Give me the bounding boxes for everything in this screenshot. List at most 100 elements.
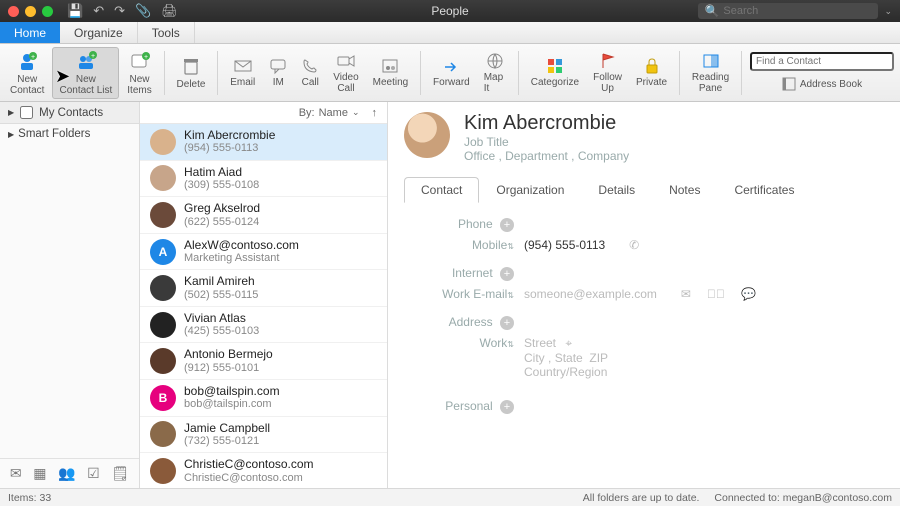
contact-row[interactable]: Greg Akselrod(622) 555-0124 [140,197,387,234]
contact-row[interactable]: Kamil Amireh(502) 555-0115 [140,270,387,307]
contact-row[interactable]: ChristieC@contoso.comChristieC@contoso.c… [140,453,387,488]
people-module-icon[interactable]: 👥 [58,465,75,482]
addr-zip[interactable]: ZIP [589,351,608,365]
email-button[interactable]: Email [224,55,261,90]
addr-country[interactable]: Country/Region [524,365,608,379]
tab-notes[interactable]: Notes [652,177,717,203]
tab-details[interactable]: Details [581,177,652,203]
sidebar: ▶ My Contacts ▶ Smart Folders ✉︎ ▦ 👥 ☑︎ … [0,102,140,488]
dropdown-chevron-icon: ⇅ [507,291,514,300]
tab-organization[interactable]: Organization [479,177,581,203]
redo-icon[interactable]: ↷ [114,3,125,19]
email-placeholder[interactable]: someone@example.com [524,287,657,301]
contact-row[interactable]: AAlexW@contoso.comMarketing Assistant [140,234,387,271]
addr-street[interactable]: Street [524,336,556,350]
undo-icon[interactable]: ↶ [93,3,104,19]
notes-module-icon[interactable]: 🗒 [111,465,129,482]
contact-avatar [150,202,176,228]
minimize-window-button[interactable] [25,6,36,17]
contact-row-name: ChristieC@contoso.com [184,457,314,471]
window-title: People [431,4,468,18]
map-it-button[interactable]: Map It [478,50,512,96]
phone-value[interactable]: (954) 555-0113 [524,238,605,252]
status-item-count: Items: 33 [8,492,51,504]
contact-row[interactable]: Vivian Atlas(425) 555-0103 [140,307,387,344]
tab-certificates[interactable]: Certificates [717,177,811,203]
print-icon[interactable]: 🖨 [161,3,178,19]
categories-icon [546,57,564,75]
tab-organize[interactable]: Organize [60,22,138,43]
phone-dial-icon[interactable]: ✆ [629,238,639,252]
sort-ascending-icon[interactable]: ↑ [372,107,378,119]
private-button[interactable]: Private [630,55,673,90]
tab-home[interactable]: Home [0,22,60,43]
find-contact-input[interactable] [750,52,894,71]
address-type-selector[interactable]: Work⇅ [404,336,514,350]
office-dept-company-placeholder[interactable]: Office , Department , Company [464,149,629,163]
reading-pane-button[interactable]: Reading Pane [686,50,735,96]
im-button[interactable]: IM [263,55,293,90]
sidebar-item-my-contacts[interactable]: ▶ My Contacts [0,102,139,124]
contact-row[interactable]: Bbob@tailspin.combob@tailspin.com [140,380,387,417]
label: New Contact [10,74,44,96]
follow-up-button[interactable]: Follow Up [587,50,628,96]
contact-row[interactable]: Jamie Campbell(732) 555-0121 [140,417,387,454]
lock-icon [643,57,661,75]
contact-avatar: B [150,385,176,411]
add-internet-button[interactable]: + [500,267,514,281]
tab-contact[interactable]: Contact [404,177,479,203]
label: Email [230,77,255,88]
zoom-window-button[interactable] [42,6,53,17]
contact-avatar [150,348,176,374]
new-contact-list-button[interactable]: + New Contact List [52,47,119,99]
my-contacts-checkbox[interactable] [20,106,33,119]
contact-avatar [150,458,176,484]
contact-row[interactable]: Hatim Aiad(309) 555-0108 [140,161,387,198]
close-window-button[interactable] [8,6,19,17]
email-type-selector[interactable]: Work E-mail⇅ [404,287,514,301]
video-call-button[interactable]: Video Call [327,50,364,96]
addr-state[interactable]: State [555,351,583,365]
status-bar: Items: 33 All folders are up to date. Co… [0,488,900,506]
phone-type-selector[interactable]: Mobile⇅ [404,238,514,252]
mail-module-icon[interactable]: ✉︎ [10,465,22,482]
svg-text:+: + [31,54,35,61]
call-button[interactable]: Call [295,55,325,90]
contact-row-sub: bob@tailspin.com [184,398,280,411]
map-pin-icon[interactable]: ⌖ [565,336,572,350]
categorize-button[interactable]: Categorize [525,55,585,90]
global-search-input[interactable] [723,5,863,17]
contact-row[interactable]: Antonio Bermejo(912) 555-0101 [140,343,387,380]
global-search[interactable]: 🔍 [698,3,878,19]
calendar-module-icon[interactable]: ▦ [33,465,46,482]
new-contact-button[interactable]: + New Contact [4,48,50,98]
contact-list-pane: By: Name ⌄ ↑ Kim Abercrombie(954) 555-01… [140,102,388,488]
addr-city[interactable]: City [524,351,545,365]
delete-button[interactable]: Delete [171,53,212,92]
chat-icon[interactable]: 💬 [741,287,756,301]
list-sort-header[interactable]: By: Name ⌄ ↑ [140,102,387,124]
contact-row-name: Antonio Bermejo [184,347,273,361]
contact-list[interactable]: Kim Abercrombie(954) 555-0113Hatim Aiad(… [140,124,387,488]
send-email-icon[interactable]: ✉︎ [681,287,691,301]
tab-tools[interactable]: Tools [138,22,195,43]
add-phone-button[interactable]: + [500,218,514,232]
label: Categorize [531,77,579,88]
new-items-button[interactable]: + New Items [121,48,157,98]
chevron-down-icon[interactable]: ⌄ [884,6,892,17]
sidebar-item-smart-folders[interactable]: ▶ Smart Folders [0,124,139,144]
save-icon[interactable]: 💾 [67,3,83,19]
add-address-button[interactable]: + [500,316,514,330]
contact-row[interactable]: Kim Abercrombie(954) 555-0113 [140,124,387,161]
job-title-placeholder[interactable]: Job Title [464,135,629,149]
video-chat-icon[interactable]: ▢⃞ [707,287,725,301]
tasks-module-icon[interactable]: ☑︎ [87,465,100,482]
disclosure-triangle-icon: ▶ [8,108,14,117]
forward-button[interactable]: Forward [427,55,476,90]
attachment-icon[interactable]: 📎 [135,3,151,19]
label: Video Call [333,72,358,94]
address-book-button[interactable]: Address Book [750,75,894,93]
new-items-icon: + [129,50,151,72]
meeting-button[interactable]: Meeting [367,55,415,90]
add-personal-button[interactable]: + [500,400,514,414]
